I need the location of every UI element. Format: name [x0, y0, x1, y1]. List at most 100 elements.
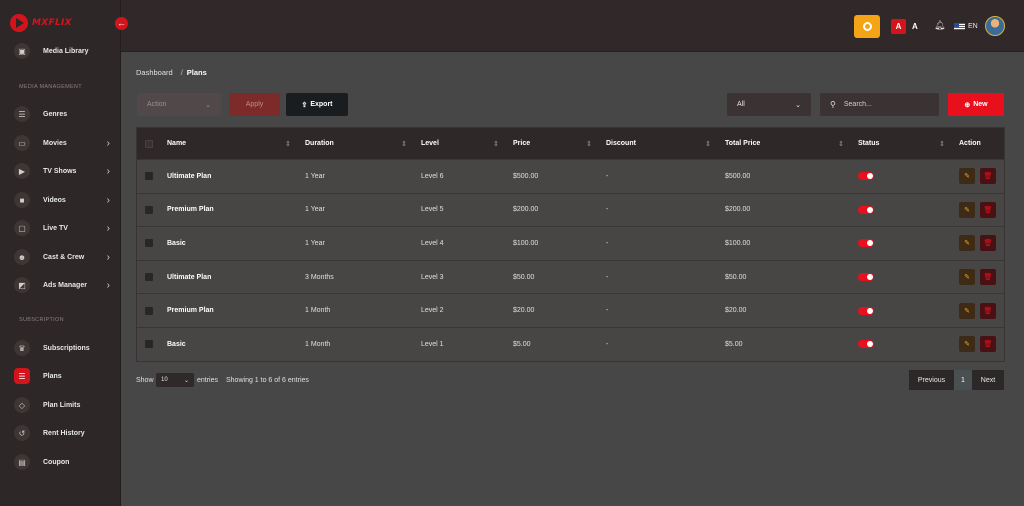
plan-price: $200.00 [513, 206, 539, 214]
sidebar-item-label: Rent History [43, 429, 85, 437]
edit-button[interactable]: ✎ [959, 302, 975, 319]
previous-page-button[interactable]: Previous [909, 370, 954, 390]
sidebar-item-genres[interactable]: ☰ Genres [14, 105, 110, 123]
breadcrumb: Dashboard / Plans [136, 68, 207, 77]
row-checkbox[interactable] [145, 205, 153, 214]
chevron-right-icon: › [106, 279, 110, 291]
sidebar-item-plan-limits[interactable]: ◇ Plan Limits [14, 396, 110, 414]
delete-button[interactable]: 🗑︎ [980, 235, 996, 252]
delete-button[interactable]: 🗑︎ [980, 168, 996, 185]
trash-icon: 🗑︎ [983, 341, 993, 349]
col-status[interactable]: Status [858, 128, 879, 159]
col-level[interactable]: Level [421, 128, 439, 159]
export-button[interactable]: ⇪ Export [286, 93, 348, 116]
us-flag-icon[interactable] [954, 23, 965, 30]
status-toggle[interactable] [858, 306, 874, 315]
plan-total-price: $100.00 [725, 239, 751, 247]
sidebar-collapse-button[interactable]: ← [115, 17, 128, 30]
sidebar-item-cast-crew[interactable]: ☻ Cast & Crew › [14, 248, 110, 266]
delete-button[interactable]: 🗑︎ [980, 302, 996, 319]
sidebar-item-label: TV Shows [43, 167, 77, 175]
sidebar-item-ads-manager[interactable]: ◩ Ads Manager › [14, 276, 110, 294]
row-checkbox[interactable] [145, 239, 153, 248]
sort-icon[interactable]: ⇕ [493, 128, 499, 159]
pencil-icon: ✎ [964, 206, 970, 214]
delete-button[interactable]: 🗑︎ [980, 201, 996, 218]
sidebar-item-label: Subscriptions [43, 344, 90, 352]
search-input[interactable] [843, 101, 934, 108]
edit-button[interactable]: ✎ [959, 168, 975, 185]
sort-icon[interactable]: ⇕ [586, 128, 592, 159]
action-cell: ✎ 🗑︎ [959, 328, 996, 361]
row-checkbox[interactable] [145, 306, 153, 315]
row-checkbox[interactable] [145, 273, 153, 282]
delete-button[interactable]: 🗑︎ [980, 336, 996, 353]
sort-icon[interactable]: ⇕ [705, 128, 711, 159]
col-price[interactable]: Price [513, 128, 530, 159]
row-checkbox[interactable] [145, 172, 153, 181]
row-checkbox[interactable] [145, 340, 153, 349]
plan-price: $5.00 [513, 340, 531, 348]
bell-icon[interactable]: 🔔︎ [934, 20, 945, 31]
status-toggle[interactable] [858, 273, 874, 282]
sort-icon[interactable]: ⇕ [401, 128, 407, 159]
language-selector[interactable]: EN [968, 21, 978, 32]
new-plan-button[interactable]: ⊕ New [948, 93, 1004, 116]
cast-crew-icon: ☻ [14, 249, 30, 265]
col-duration[interactable]: Duration [305, 128, 334, 159]
status-toggle[interactable] [858, 205, 874, 214]
crown-icon: ♛ [14, 340, 30, 356]
sidebar-item-movies[interactable]: ▭ Movies › [14, 134, 110, 152]
chevron-right-icon: › [106, 165, 110, 177]
avatar[interactable] [985, 16, 1005, 36]
settings-button[interactable] [854, 15, 880, 38]
edit-button[interactable]: ✎ [959, 201, 975, 218]
sidebar-item-rent-history[interactable]: ↺ Rent History [14, 424, 110, 442]
pencil-icon: ✎ [964, 307, 970, 315]
sidebar-item-plans[interactable]: ☰ Plans [14, 367, 110, 385]
filter-value: All [737, 101, 745, 108]
sort-icon[interactable]: ⇕ [838, 128, 844, 159]
sidebar-item-videos[interactable]: ■ Videos › [14, 191, 110, 209]
entries-label: entries [197, 377, 219, 384]
select-all-checkbox[interactable] [145, 139, 153, 148]
page-1-button[interactable]: 1 [954, 370, 972, 390]
brand-logo[interactable]: MXFLIX [10, 14, 72, 32]
breadcrumb-dashboard[interactable]: Dashboard [136, 68, 173, 77]
status-toggle[interactable] [858, 340, 874, 349]
status-toggle[interactable] [858, 239, 874, 248]
delete-button[interactable]: 🗑︎ [980, 269, 996, 286]
sidebar-item-label: Cast & Crew [43, 253, 85, 261]
edit-button[interactable]: ✎ [959, 336, 975, 353]
sidebar-item-media-library[interactable]: ▣ Media Library [14, 42, 110, 60]
chevron-down-icon: ⌄ [205, 101, 211, 109]
sidebar-item-live-tv[interactable]: ▢ Live TV › [14, 219, 110, 237]
apply-button[interactable]: Apply [229, 93, 280, 116]
status-filter-select[interactable]: All ⌄ [727, 93, 811, 116]
bulk-action-select[interactable]: Action ⌄ [137, 93, 221, 116]
tv-shows-icon: ▶ [14, 163, 30, 179]
sort-icon[interactable]: ⇕ [939, 128, 945, 159]
edit-button[interactable]: ✎ [959, 235, 975, 252]
sort-icon[interactable]: ⇕ [285, 128, 291, 159]
sidebar-item-subscriptions[interactable]: ♛ Subscriptions [14, 339, 110, 357]
action-cell: ✎ 🗑︎ [959, 194, 996, 227]
show-label: Show [136, 377, 154, 384]
font-size-small-button[interactable]: A [912, 19, 918, 34]
page-length-select[interactable]: 10 ⌄ [156, 373, 194, 387]
sidebar-item-tv-shows[interactable]: ▶ TV Shows › [14, 162, 110, 180]
col-total-price[interactable]: Total Price [725, 128, 760, 159]
status-toggle[interactable] [858, 172, 874, 181]
row-select-cell [145, 261, 153, 294]
edit-button[interactable]: ✎ [959, 269, 975, 286]
trash-icon: 🗑︎ [983, 240, 993, 248]
breadcrumb-current: Plans [186, 68, 207, 77]
plan-total-price: $20.00 [725, 307, 747, 315]
next-page-button[interactable]: Next [972, 370, 1004, 390]
sidebar-item-coupon[interactable]: ▤ Coupon [14, 453, 110, 471]
font-size-large-button[interactable]: A [891, 19, 906, 34]
col-discount[interactable]: Discount [606, 128, 636, 159]
sidebar-item-label: Plan Limits [43, 401, 81, 409]
action-cell: ✎ 🗑︎ [959, 261, 996, 294]
col-name[interactable]: Name [167, 128, 186, 159]
